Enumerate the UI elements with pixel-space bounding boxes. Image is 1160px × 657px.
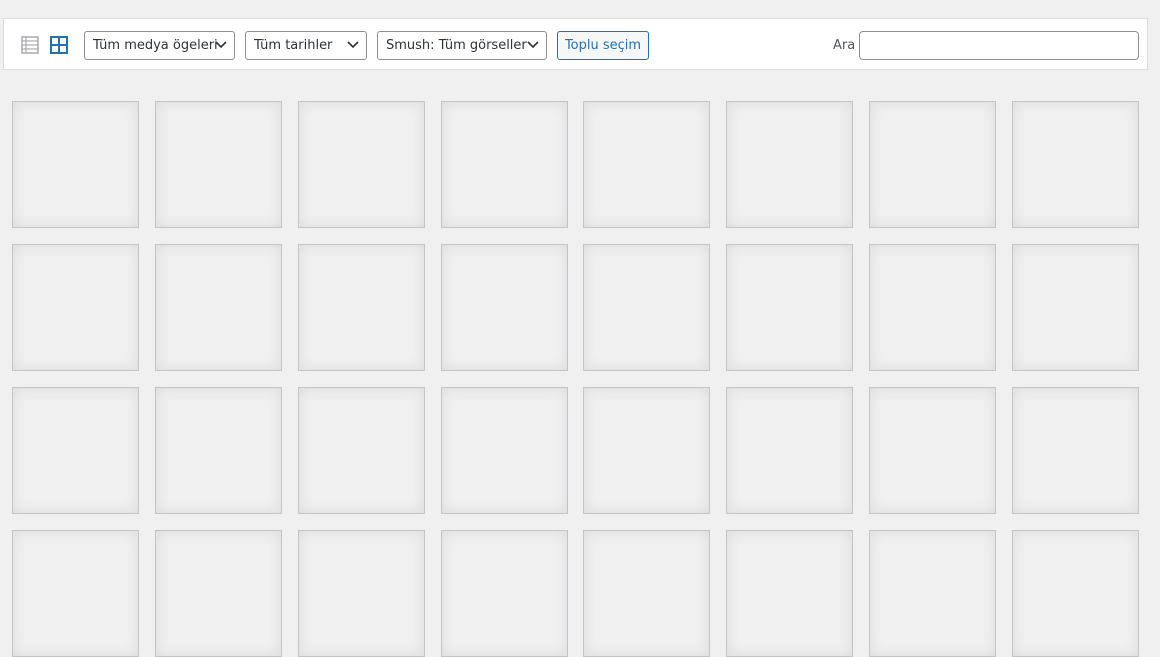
smush-filter-value: Smush: Tüm görseller: [386, 38, 527, 53]
media-tile[interactable]: [726, 530, 853, 657]
media-type-filter[interactable]: Tüm medya ögeleri: [84, 31, 235, 60]
list-view-icon[interactable]: [20, 35, 40, 55]
media-tile[interactable]: [869, 530, 996, 657]
media-tile[interactable]: [298, 101, 425, 228]
media-tile[interactable]: [726, 101, 853, 228]
media-tile[interactable]: [1012, 530, 1139, 657]
media-tile[interactable]: [1012, 387, 1139, 514]
media-tile[interactable]: [583, 101, 710, 228]
media-tile[interactable]: [12, 530, 139, 657]
media-tile[interactable]: [1012, 244, 1139, 371]
chevron-down-icon: [215, 41, 227, 49]
search-label: Ara: [833, 38, 856, 53]
media-tile[interactable]: [869, 101, 996, 228]
media-tile[interactable]: [869, 244, 996, 371]
bulk-select-button[interactable]: Toplu seçim: [557, 31, 649, 60]
media-tile[interactable]: [441, 387, 568, 514]
media-toolbar: Tüm medya ögeleri Tüm tarihler Smush: Tü…: [3, 18, 1148, 70]
media-tile[interactable]: [155, 387, 282, 514]
media-tile[interactable]: [12, 101, 139, 228]
date-filter-value: Tüm tarihler: [254, 38, 333, 53]
media-tile[interactable]: [298, 244, 425, 371]
media-tile[interactable]: [441, 101, 568, 228]
media-tile[interactable]: [441, 244, 568, 371]
media-tile[interactable]: [441, 530, 568, 657]
media-tile[interactable]: [155, 101, 282, 228]
media-tile[interactable]: [726, 244, 853, 371]
media-tile[interactable]: [869, 387, 996, 514]
chevron-down-icon: [527, 41, 539, 49]
date-filter[interactable]: Tüm tarihler: [245, 31, 367, 60]
media-tile[interactable]: [155, 530, 282, 657]
grid-view-icon[interactable]: [49, 35, 69, 55]
media-tile[interactable]: [583, 244, 710, 371]
smush-filter[interactable]: Smush: Tüm görseller: [377, 31, 547, 60]
media-tile[interactable]: [155, 244, 282, 371]
search-input[interactable]: [859, 31, 1139, 60]
media-type-filter-value: Tüm medya ögeleri: [93, 38, 218, 53]
chevron-down-icon: [347, 41, 359, 49]
media-tile[interactable]: [298, 530, 425, 657]
media-tile[interactable]: [726, 387, 853, 514]
media-tile[interactable]: [298, 387, 425, 514]
media-tile[interactable]: [1012, 101, 1139, 228]
media-tile[interactable]: [583, 530, 710, 657]
media-tile[interactable]: [12, 387, 139, 514]
media-tile[interactable]: [12, 244, 139, 371]
media-tile[interactable]: [583, 387, 710, 514]
